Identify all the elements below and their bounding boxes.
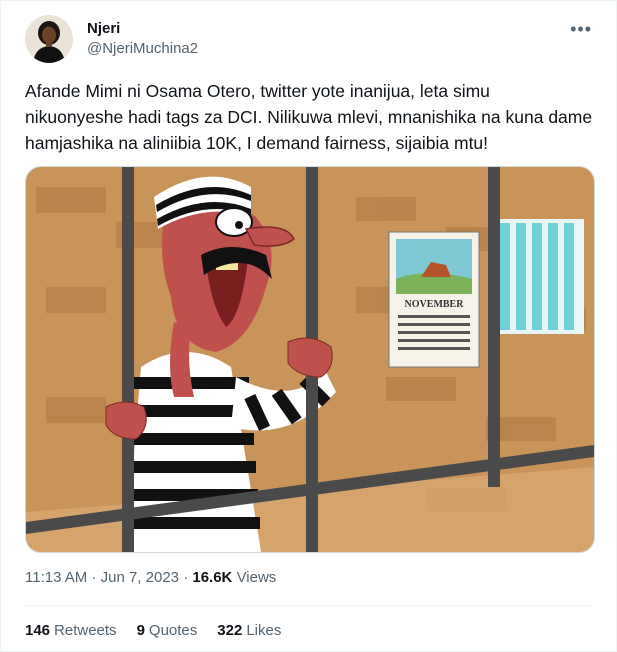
calendar-month: NOVEMBER (405, 299, 465, 310)
meta-separator: · (91, 569, 97, 586)
views-count: 16.6K (192, 569, 233, 586)
author-handle[interactable]: @NjeriMuchina2 (87, 40, 198, 57)
more-dots-icon[interactable]: ••• (570, 19, 592, 40)
retweets-stat[interactable]: 146 Retweets (25, 622, 117, 639)
tweet-date[interactable]: Jun 7, 2023 (101, 569, 179, 586)
tweet-text-line: Afande Mimi ni Osama Otero, twitter yote… (25, 81, 490, 101)
engagement-stats: 146 Retweets 9 Quotes 322 Likes (25, 622, 281, 639)
tweet-text: Afande Mimi ni Osama Otero, twitter yote… (25, 78, 595, 156)
divider (25, 605, 592, 606)
tweet-time[interactable]: 11:13 AM (25, 569, 87, 586)
likes-label: Likes (246, 622, 282, 639)
prisoner-cartoon-image: NOVEMBER (26, 167, 594, 552)
retweets-label: Retweets (54, 622, 117, 639)
views-label: Views (236, 569, 277, 586)
tweet-media-image[interactable]: NOVEMBER (25, 166, 595, 553)
tweet-card: Njeri @NjeriMuchina2 ••• Afande Mimi ni … (0, 0, 617, 652)
quotes-label: Quotes (148, 622, 198, 639)
quotes-count: 9 (136, 622, 145, 639)
quotes-stat[interactable]: 9 Quotes (137, 622, 198, 639)
avatar[interactable] (25, 15, 73, 63)
author-name[interactable]: Njeri (87, 20, 120, 37)
tweet-text-line: hamjashika na aliniibia 10K, I demand fa… (25, 133, 489, 153)
tweet-header: Njeri @NjeriMuchina2 ••• (25, 15, 592, 67)
likes-count: 322 (217, 622, 243, 639)
tweet-text-line: nikuonyeshe hadi tags za DCI. Nilikuwa m… (25, 107, 593, 127)
meta-separator: · (183, 569, 189, 586)
likes-stat[interactable]: 322 Likes (217, 622, 281, 639)
retweets-count: 146 (25, 622, 51, 639)
tweet-meta: 11:13 AM · Jun 7, 2023 · 16.6K Views (25, 569, 276, 586)
